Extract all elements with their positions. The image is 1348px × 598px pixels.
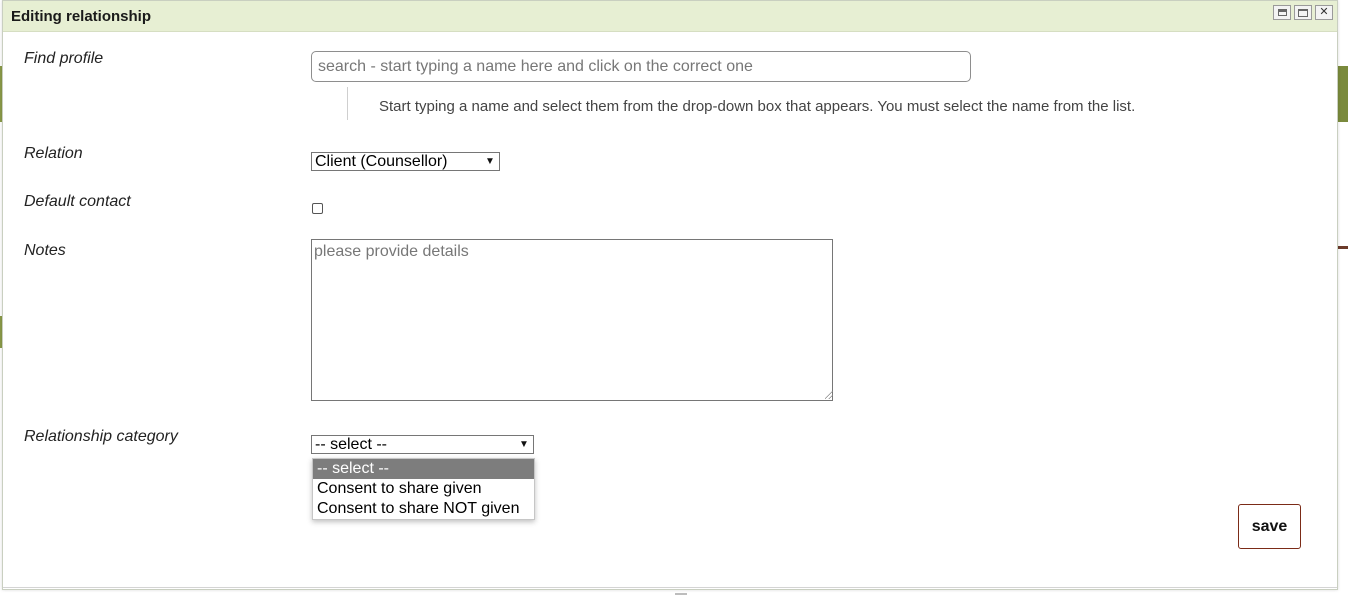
relation-label: Relation [24,145,83,162]
relationship-category-dropdown: -- select -- Consent to share given Cons… [312,458,535,520]
close-icon: ✕ [1319,6,1329,18]
maximize-icon [1298,8,1308,17]
default-contact-checkbox[interactable] [312,203,323,214]
profile-search-input[interactable] [311,51,971,82]
chevron-down-icon: ▼ [485,156,495,167]
dropdown-option[interactable]: Consent to share given [313,479,534,499]
dialog-title: Editing relationship [11,8,152,25]
relationship-category-select[interactable]: -- select -- ▼ [311,435,534,454]
dropdown-option[interactable]: -- select -- [313,459,534,479]
close-button[interactable]: ✕ [1315,5,1333,20]
default-contact-label: Default contact [24,193,131,210]
background-page-strip [1338,66,1348,122]
dialog-titlebar[interactable]: Editing relationship ✕ [3,1,1337,32]
notes-textarea[interactable] [311,239,833,401]
save-button[interactable]: save [1238,504,1301,549]
dialog-footer-divider [3,587,1337,588]
window-controls: ✕ [1273,5,1333,20]
find-profile-label: Find profile [24,50,104,67]
background-page-strip [1338,246,1348,249]
relationship-category-selected-value: -- select -- [315,436,387,453]
relation-select[interactable]: Client (Counsellor) ▼ [311,152,500,171]
hint-divider [347,87,348,120]
dropdown-option[interactable]: Consent to share NOT given [313,499,534,519]
print-icon [1277,9,1287,16]
dialog-resize-handle[interactable] [675,593,687,595]
textarea-resize-grip[interactable] [825,391,833,399]
notes-label: Notes [24,242,66,259]
relationship-category-label: Relationship category [24,428,178,445]
print-button[interactable] [1273,5,1291,20]
chevron-down-icon: ▼ [519,439,529,450]
maximize-button[interactable] [1294,5,1312,20]
edit-relationship-dialog: Editing relationship ✕ Find profile Star… [2,0,1338,595]
find-profile-hint: Start typing a name and select them from… [379,98,1136,115]
relation-selected-value: Client (Counsellor) [315,153,448,170]
